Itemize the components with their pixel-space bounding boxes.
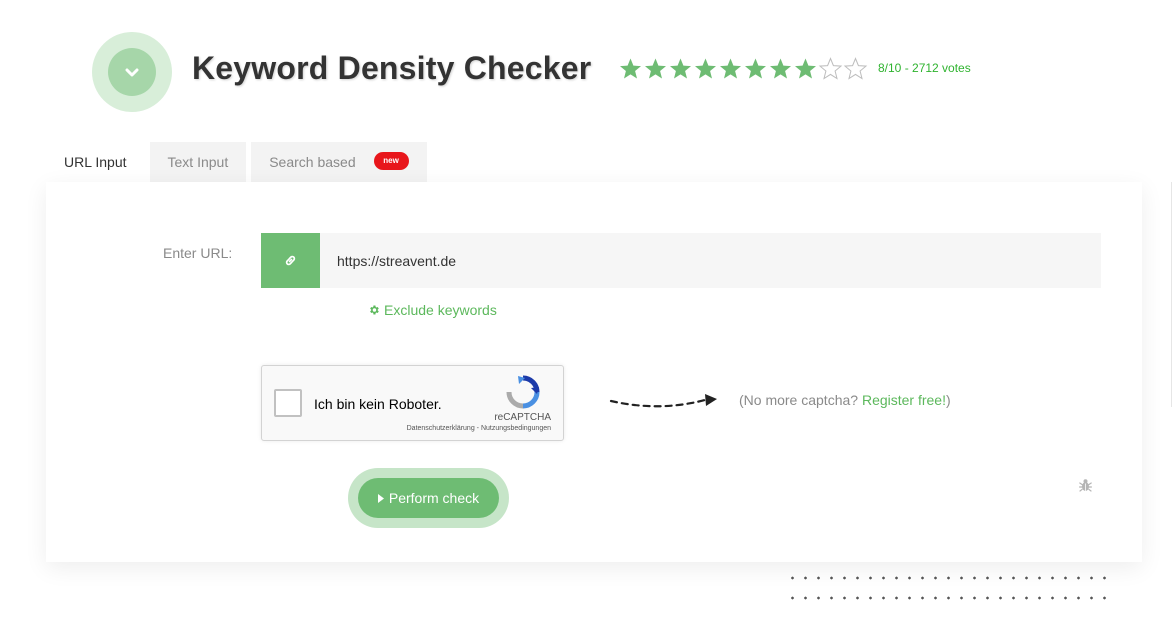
form-card: Enter URL: Exclude keywords Ich bin kein… [46, 182, 1142, 562]
captcha-checkbox[interactable] [274, 389, 302, 417]
tab-text-input[interactable]: Text Input [149, 142, 247, 182]
link-icon [285, 255, 296, 266]
star-filled-icon[interactable] [668, 57, 693, 81]
rating-text: 8/10 - 2712 votes [878, 61, 971, 75]
star-filled-icon[interactable] [718, 57, 743, 81]
chevron-down-icon [125, 68, 139, 77]
no-captcha-promo: (No more captcha? Register free!) [739, 392, 951, 408]
bug-icon[interactable] [1079, 478, 1092, 492]
star-filled-icon[interactable] [618, 57, 643, 81]
register-free-link[interactable]: Register free! [862, 392, 946, 408]
recaptcha-brand: reCAPTCHA [494, 412, 551, 423]
star-filled-icon[interactable] [768, 57, 793, 81]
exclude-keywords-link[interactable]: Exclude keywords [368, 302, 497, 318]
dashed-arrow-icon [609, 394, 717, 408]
recaptcha-logo-icon [506, 375, 540, 409]
star-filled-icon[interactable] [793, 57, 818, 81]
perform-check-button[interactable]: Perform check [358, 478, 499, 518]
gear-icon [370, 305, 379, 315]
url-addon [261, 233, 320, 288]
promo-suffix: ) [946, 392, 951, 408]
page-title: Keyword Density Checker [192, 50, 592, 86]
tab-url-input[interactable]: URL Input [46, 142, 145, 182]
star-filled-icon[interactable] [693, 57, 718, 81]
divider [1171, 182, 1172, 407]
logo-circle [108, 48, 156, 96]
star-filled-icon[interactable] [743, 57, 768, 81]
dot-pattern-decoration [786, 574, 1116, 600]
tab-label: Search based [269, 154, 356, 170]
captcha-label: Ich bin kein Roboter. [314, 396, 442, 412]
star-empty-icon[interactable] [818, 57, 843, 81]
exclude-keywords-label: Exclude keywords [384, 302, 497, 318]
promo-prefix: (No more captcha? [739, 392, 862, 408]
url-input-group [261, 233, 1101, 288]
star-empty-icon[interactable] [843, 57, 868, 81]
star-filled-icon[interactable] [643, 57, 668, 81]
new-badge: new [373, 152, 409, 171]
perform-check-button-halo: Perform check [348, 468, 509, 528]
url-label: Enter URL: [163, 245, 233, 261]
input-tabs: URL Input Text Input Search based new [46, 142, 432, 182]
tab-label: Text Input [167, 154, 229, 170]
recaptcha-links[interactable]: Datenschutzerklärung - Nutzungsbedingung… [407, 425, 551, 432]
star-rating[interactable] [618, 57, 868, 81]
perform-check-label: Perform check [388, 490, 480, 506]
url-input[interactable] [320, 233, 1101, 288]
logo-badge [92, 32, 172, 112]
tab-search-based[interactable]: Search based new [251, 142, 427, 182]
tab-label: URL Input [64, 154, 127, 170]
caret-right-icon [377, 493, 384, 503]
recaptcha-widget: Ich bin kein Roboter. reCAPTCHA Datensch… [261, 365, 564, 441]
